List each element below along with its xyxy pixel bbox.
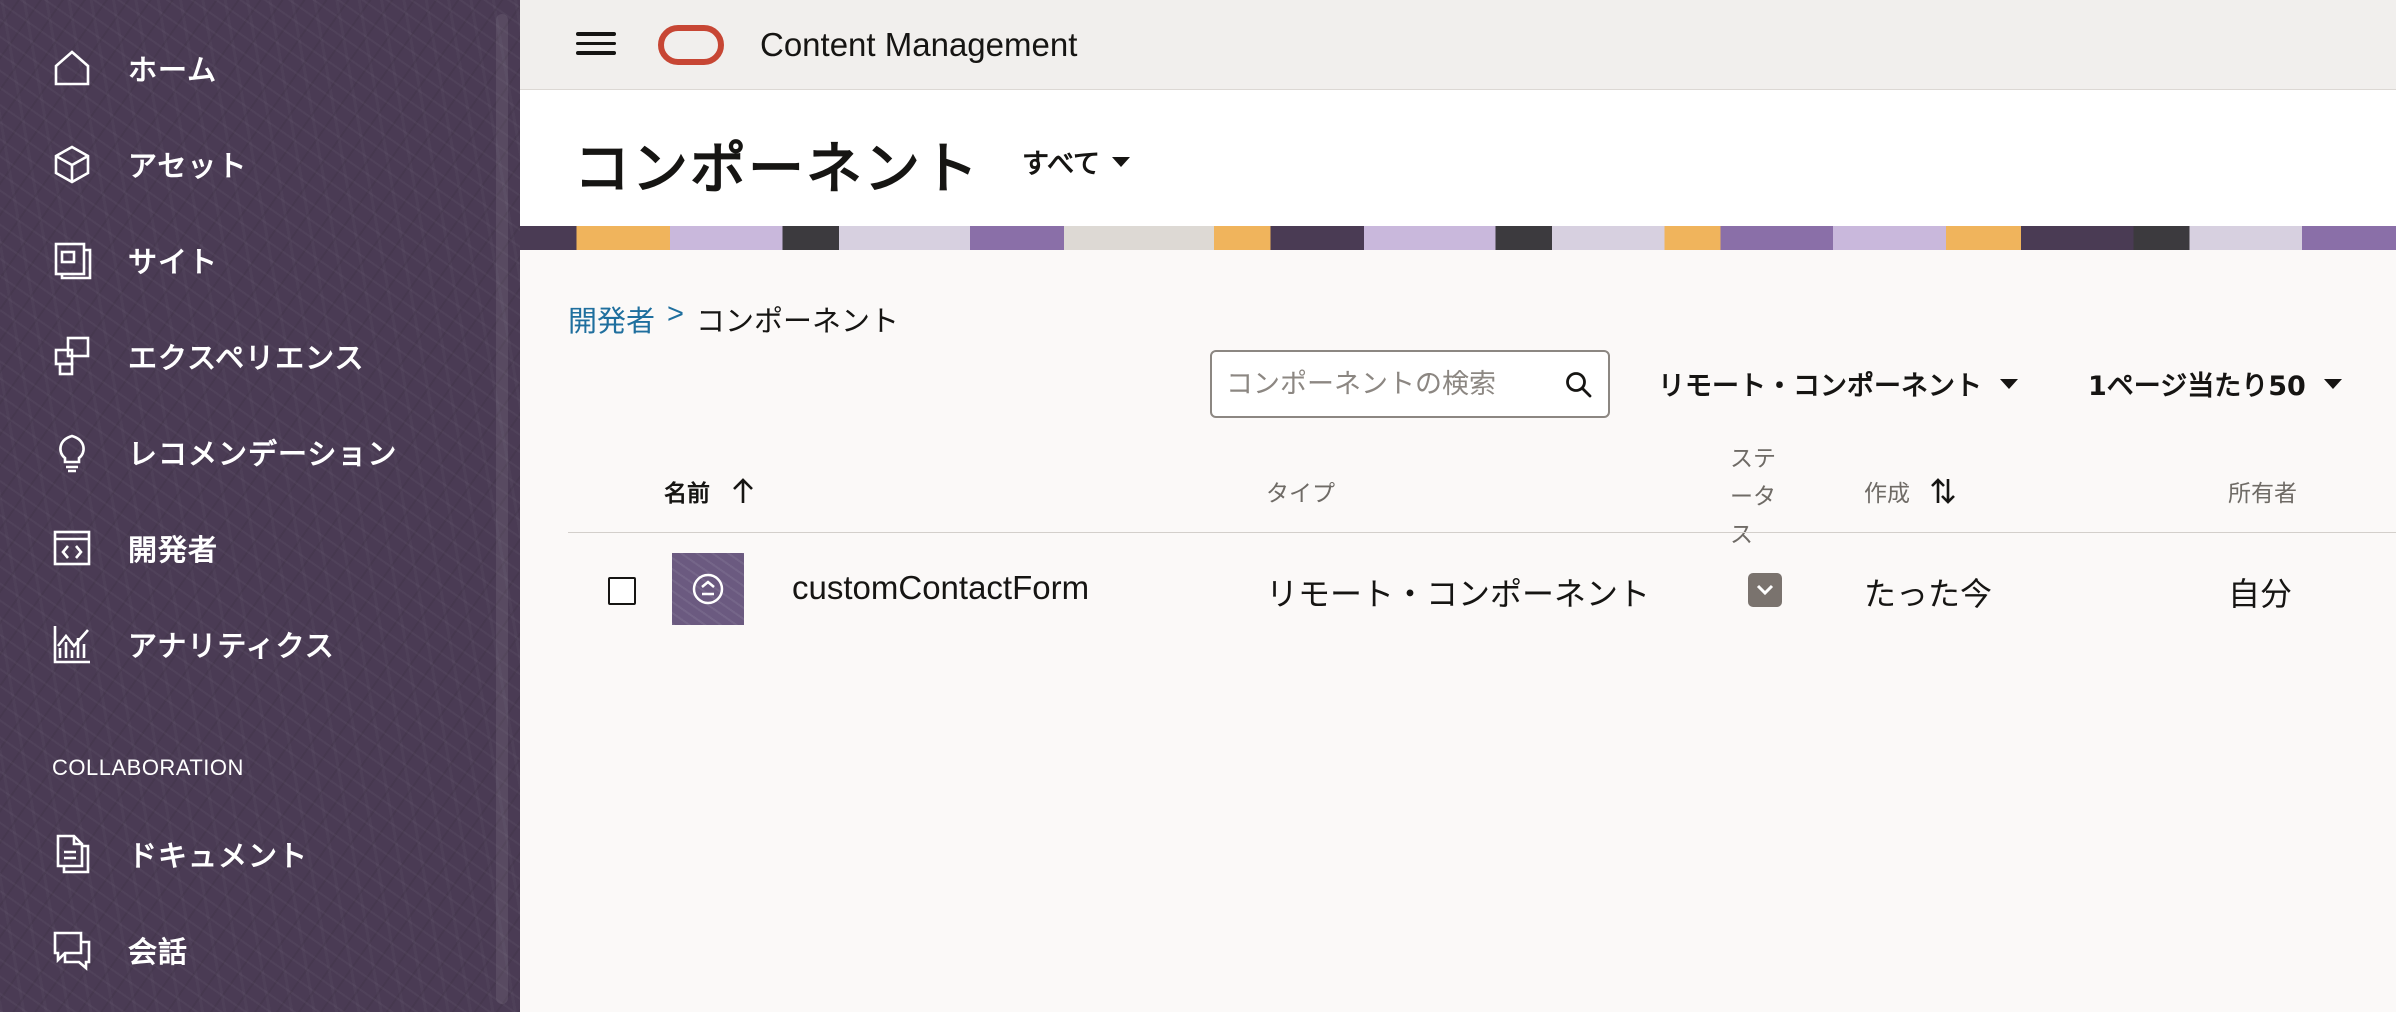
analytics-icon xyxy=(50,622,94,666)
row-owner: 自分 xyxy=(2228,575,2293,613)
component-thumbnail xyxy=(672,553,744,625)
type-filter-label: リモート・コンポーネント xyxy=(1658,371,1982,402)
sidebar-item-label: アナリティクス xyxy=(128,629,335,663)
chevron-down-icon xyxy=(1756,584,1774,596)
page-title: コンポーネント xyxy=(574,136,980,202)
home-icon xyxy=(50,46,94,90)
caret-down-icon xyxy=(1112,156,1131,167)
row-name[interactable]: customContactForm xyxy=(792,569,1089,607)
row-checkbox[interactable] xyxy=(608,577,636,605)
breadcrumb: 開発者 > コンポーネント xyxy=(568,298,899,340)
column-header-label: 作成 xyxy=(1864,481,1910,507)
remote-component-icon xyxy=(692,573,724,605)
site-icon xyxy=(50,238,94,282)
column-header-name[interactable]: 名前 xyxy=(664,474,756,508)
chat-icon xyxy=(50,928,94,972)
lightbulb-icon xyxy=(50,430,94,474)
search-input[interactable] xyxy=(1226,368,1546,400)
sort-toggle-icon[interactable] xyxy=(1930,477,1956,505)
sidebar-item-label: レコメンデーション xyxy=(128,437,398,471)
type-filter-dropdown[interactable]: リモート・コンポーネント xyxy=(1658,364,2018,403)
breadcrumb-current: コンポーネント xyxy=(695,306,899,338)
experience-icon xyxy=(50,334,94,378)
column-header-created[interactable]: 作成 xyxy=(1864,474,1956,508)
top-bar: Content Management xyxy=(520,0,2396,90)
sidebar-item-label: ホーム xyxy=(128,53,218,87)
filter-dropdown[interactable]: すべて xyxy=(1022,142,1131,181)
row-type: リモート・コンポーネント xyxy=(1266,575,1651,613)
table-row[interactable]: customContactForm リモート・コンポーネント たった今 自分 xyxy=(568,533,2396,647)
sidebar-item-label: 会話 xyxy=(128,935,189,969)
search-box xyxy=(1210,350,1610,418)
app-title: Content Management xyxy=(760,26,1078,63)
sidebar-item-label: 開発者 xyxy=(128,533,219,567)
menu-icon[interactable] xyxy=(576,26,616,62)
sidebar-item-sites[interactable]: サイト xyxy=(0,220,500,300)
cube-icon xyxy=(50,142,94,186)
row-created: たった今 xyxy=(1864,575,1993,613)
sidebar-item-conversations[interactable]: 会話 xyxy=(0,910,500,990)
sidebar-item-documents[interactable]: ドキュメント xyxy=(0,814,500,894)
sort-ascending-icon[interactable] xyxy=(730,477,756,505)
page-size-dropdown[interactable]: 1ページ当たり50 xyxy=(2088,364,2342,403)
title-bar: コンポーネント すべて xyxy=(520,90,2396,226)
sidebar: ホーム アセット サイト エクスペリエンス レコメンデーション 開発者 アナリテ… xyxy=(0,0,520,1012)
caret-down-icon xyxy=(2323,378,2342,389)
column-header-type: タイプ xyxy=(1266,481,1335,507)
sidebar-item-assets[interactable]: アセット xyxy=(0,124,500,204)
decorative-banner xyxy=(520,226,2396,250)
breadcrumb-separator: > xyxy=(667,298,684,330)
section-label-collaboration: COLLABORATION xyxy=(52,755,244,780)
sidebar-item-developer[interactable]: 開発者 xyxy=(0,508,500,588)
code-icon xyxy=(50,526,94,570)
document-icon xyxy=(50,832,94,876)
sidebar-item-analytics[interactable]: アナリティクス xyxy=(0,604,500,684)
oracle-logo xyxy=(658,25,724,65)
status-badge[interactable] xyxy=(1748,573,1782,607)
column-header-owner: 所有者 xyxy=(2228,481,2297,507)
sidebar-item-label: サイト xyxy=(128,245,219,279)
sidebar-item-home[interactable]: ホーム xyxy=(0,28,500,108)
sidebar-item-experiences[interactable]: エクスペリエンス xyxy=(0,316,500,396)
page-size-label: 1ページ当たり50 xyxy=(2088,371,2306,402)
breadcrumb-link-developer[interactable]: 開発者 xyxy=(568,298,655,340)
column-header-label: 名前 xyxy=(664,481,710,507)
caret-down-icon xyxy=(2000,378,2018,389)
sidebar-item-label: ドキュメント xyxy=(128,839,309,873)
sidebar-item-label: エクスペリエンス xyxy=(128,341,365,375)
sidebar-item-recommendations[interactable]: レコメンデーション xyxy=(0,412,500,492)
sidebar-item-label: アセット xyxy=(128,149,248,183)
search-icon[interactable] xyxy=(1564,370,1594,400)
filter-dropdown-label: すべて xyxy=(1022,149,1101,180)
